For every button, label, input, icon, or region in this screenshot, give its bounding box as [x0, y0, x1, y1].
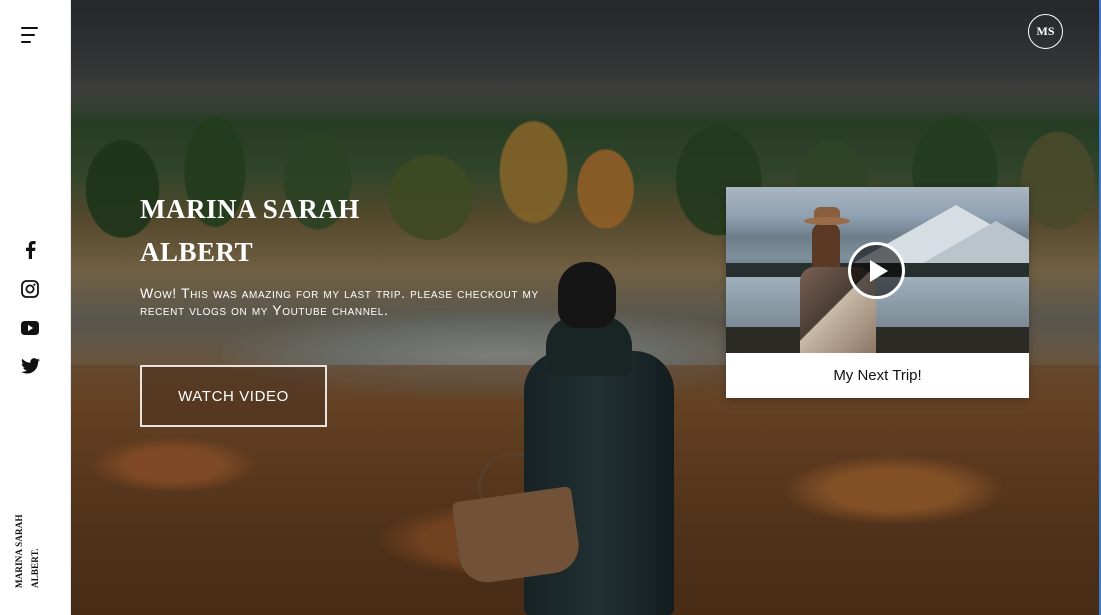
vertical-name-line2: ALBERT.	[30, 548, 40, 588]
video-card[interactable]: My Next Trip!	[726, 187, 1029, 398]
hero-subtitle: Wow! This was amazing for my last trip. …	[140, 285, 539, 318]
hero-title-line1: MARINA SARAH	[140, 194, 360, 224]
twitter-icon[interactable]	[20, 356, 40, 376]
facebook-icon[interactable]	[20, 240, 40, 260]
profile-badge[interactable]: MS	[1028, 14, 1063, 49]
vertical-name-line1: MARINA SARAH	[14, 514, 24, 588]
play-icon[interactable]	[848, 242, 905, 299]
instagram-icon[interactable]	[20, 279, 40, 299]
vertical-site-name: MARINA SARAH ALBERT.	[14, 510, 48, 588]
video-thumbnail[interactable]	[726, 187, 1029, 353]
hamburger-menu-icon[interactable]	[21, 27, 39, 44]
hero-title-line2: ALBERT	[140, 237, 254, 267]
video-card-caption: My Next Trip!	[833, 367, 922, 384]
hero-title: MARINA SARAH ALBERT	[140, 188, 440, 274]
hero-section: MARINA SARAH ALBERT Wow! This was amazin…	[71, 0, 1099, 615]
youtube-icon[interactable]	[20, 318, 40, 338]
watch-video-button[interactable]: WATCH VIDEO	[140, 365, 327, 427]
sidebar: MARINA SARAH ALBERT.	[0, 0, 71, 615]
